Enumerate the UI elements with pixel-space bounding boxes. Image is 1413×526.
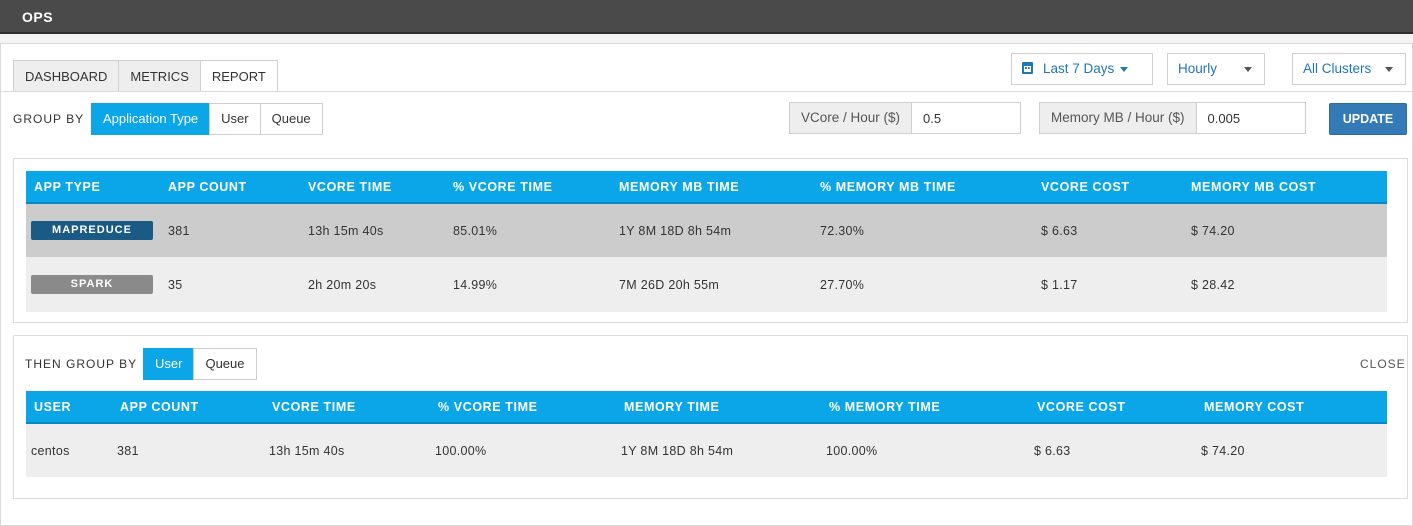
table-header-row: APP TYPE APP COUNT VCORE TIME % VCORE TI… — [26, 171, 1387, 204]
memory-price-group: Memory MB / Hour ($) — [1039, 102, 1306, 134]
group-by-user[interactable]: User — [209, 103, 261, 135]
then-group-by-label: THEN GROUP BY — [25, 357, 138, 371]
tab-divider — [1, 91, 1413, 92]
pct-memory-cell: 100.00% — [821, 423, 1029, 477]
app-type-badge[interactable]: SPARK — [31, 275, 153, 294]
memory-cost-cell: $ 74.20 — [1183, 203, 1387, 257]
col-app-count[interactable]: APP COUNT — [112, 391, 264, 424]
memory-price-label: Memory MB / Hour ($) — [1039, 102, 1197, 134]
memory-time-cell: 1Y 8M 18D 8h 54m — [611, 203, 812, 257]
tab-metrics[interactable]: METRICS — [118, 60, 201, 92]
then-group-by-user[interactable]: User — [143, 348, 195, 380]
memory-time-cell: 1Y 8M 18D 8h 54m — [616, 423, 821, 477]
memory-price-input[interactable] — [1196, 102, 1306, 134]
col-memory-time[interactable]: MEMORY TIME — [616, 391, 821, 424]
report-panel: DASHBOARD METRICS REPORT Last 7 Days Hou… — [0, 43, 1413, 526]
top-bar: OPS — [0, 0, 1413, 34]
vcore-cost-cell: $ 1.17 — [1033, 257, 1183, 312]
app-type-cell: SPARK — [26, 257, 160, 312]
pct-vcore-cell: 14.99% — [445, 257, 611, 312]
memory-time-cell: 7M 26D 20h 55m — [611, 257, 812, 312]
then-group-by-selector: User Queue — [143, 348, 257, 380]
vcore-time-cell: 13h 15m 40s — [300, 203, 445, 257]
chevron-down-icon — [1385, 67, 1393, 72]
col-memory-cost[interactable]: MEMORY COST — [1196, 391, 1387, 424]
user-table: USER APP COUNT VCORE TIME % VCORE TIME M… — [26, 391, 1387, 477]
cluster-label: All Clusters — [1303, 61, 1372, 76]
tab-dashboard[interactable]: DASHBOARD — [13, 60, 120, 92]
tab-report[interactable]: REPORT — [199, 60, 278, 92]
caret-down-icon — [1120, 66, 1129, 72]
date-range-label: Last 7 Days — [1043, 61, 1115, 76]
vcore-price-group: VCore / Hour ($) — [789, 102, 1022, 134]
vcore-price-input[interactable] — [912, 102, 1022, 134]
user-cell: centos — [26, 423, 112, 477]
app-title: OPS — [22, 9, 54, 25]
col-user[interactable]: USER — [26, 391, 112, 424]
table-row[interactable]: MAPREDUCE 381 13h 15m 40s 85.01% 1Y 8M 1… — [26, 203, 1387, 257]
app-type-card: APP TYPE APP COUNT VCORE TIME % VCORE TI… — [13, 158, 1408, 323]
col-pct-vcore-time[interactable]: % VCORE TIME — [430, 391, 616, 424]
memory-cost-cell: $ 74.20 — [1196, 423, 1387, 477]
tab-bar: DASHBOARD METRICS REPORT — [13, 60, 278, 92]
group-by-label: GROUP BY — [13, 112, 85, 126]
vcore-cost-cell: $ 6.63 — [1029, 423, 1196, 477]
col-pct-memory-mb-time[interactable]: % MEMORY MB TIME — [812, 171, 1033, 204]
update-button[interactable]: UPDATE — [1329, 103, 1407, 135]
col-vcore-time[interactable]: VCORE TIME — [300, 171, 445, 204]
pct-vcore-cell: 85.01% — [445, 203, 611, 257]
vcore-cost-cell: $ 6.63 — [1033, 203, 1183, 257]
col-pct-vcore-time[interactable]: % VCORE TIME — [445, 171, 611, 204]
pct-vcore-cell: 100.00% — [430, 423, 616, 477]
col-memory-mb-time[interactable]: MEMORY MB TIME — [611, 171, 812, 204]
memory-cost-cell: $ 28.42 — [1183, 257, 1387, 312]
col-app-type[interactable]: APP TYPE — [26, 171, 160, 204]
col-vcore-cost[interactable]: VCORE COST — [1029, 391, 1196, 424]
vcore-time-cell: 2h 20m 20s — [300, 257, 445, 312]
cluster-dropdown[interactable]: All Clusters — [1292, 53, 1406, 85]
vcore-time-cell: 13h 15m 40s — [264, 423, 430, 477]
app-count-cell: 381 — [160, 203, 300, 257]
app-type-badge[interactable]: MAPREDUCE — [31, 221, 153, 240]
group-by-selector: Application Type User Queue — [91, 103, 323, 135]
table-row[interactable]: SPARK 35 2h 20m 20s 14.99% 7M 26D 20h 55… — [26, 257, 1387, 312]
calendar-icon — [1022, 62, 1033, 74]
close-button[interactable]: CLOSE — [1360, 357, 1406, 371]
app-count-cell: 35 — [160, 257, 300, 312]
vcore-price-label: VCore / Hour ($) — [789, 102, 913, 134]
group-by-queue[interactable]: Queue — [259, 103, 323, 135]
user-breakdown-card: THEN GROUP BY User Queue CLOSE USER APP … — [13, 335, 1408, 499]
col-app-count[interactable]: APP COUNT — [160, 171, 300, 204]
interval-label: Hourly — [1178, 61, 1218, 76]
date-range-dropdown[interactable]: Last 7 Days — [1011, 53, 1153, 85]
app-type-cell: MAPREDUCE — [26, 203, 160, 257]
table-header-row: USER APP COUNT VCORE TIME % VCORE TIME M… — [26, 391, 1387, 424]
app-count-cell: 381 — [112, 423, 264, 477]
col-vcore-time[interactable]: VCORE TIME — [264, 391, 430, 424]
app-type-table: APP TYPE APP COUNT VCORE TIME % VCORE TI… — [26, 171, 1387, 312]
then-group-by-queue[interactable]: Queue — [193, 348, 257, 380]
interval-dropdown[interactable]: Hourly — [1167, 53, 1265, 85]
group-by-application-type[interactable]: Application Type — [91, 103, 211, 135]
pct-memory-cell: 72.30% — [812, 203, 1033, 257]
col-pct-memory-time[interactable]: % MEMORY TIME — [821, 391, 1029, 424]
col-memory-mb-cost[interactable]: MEMORY MB COST — [1183, 171, 1387, 204]
col-vcore-cost[interactable]: VCORE COST — [1033, 171, 1183, 204]
table-row[interactable]: centos 381 13h 15m 40s 100.00% 1Y 8M 18D… — [26, 423, 1387, 477]
chevron-down-icon — [1244, 67, 1252, 72]
pct-memory-cell: 27.70% — [812, 257, 1033, 312]
